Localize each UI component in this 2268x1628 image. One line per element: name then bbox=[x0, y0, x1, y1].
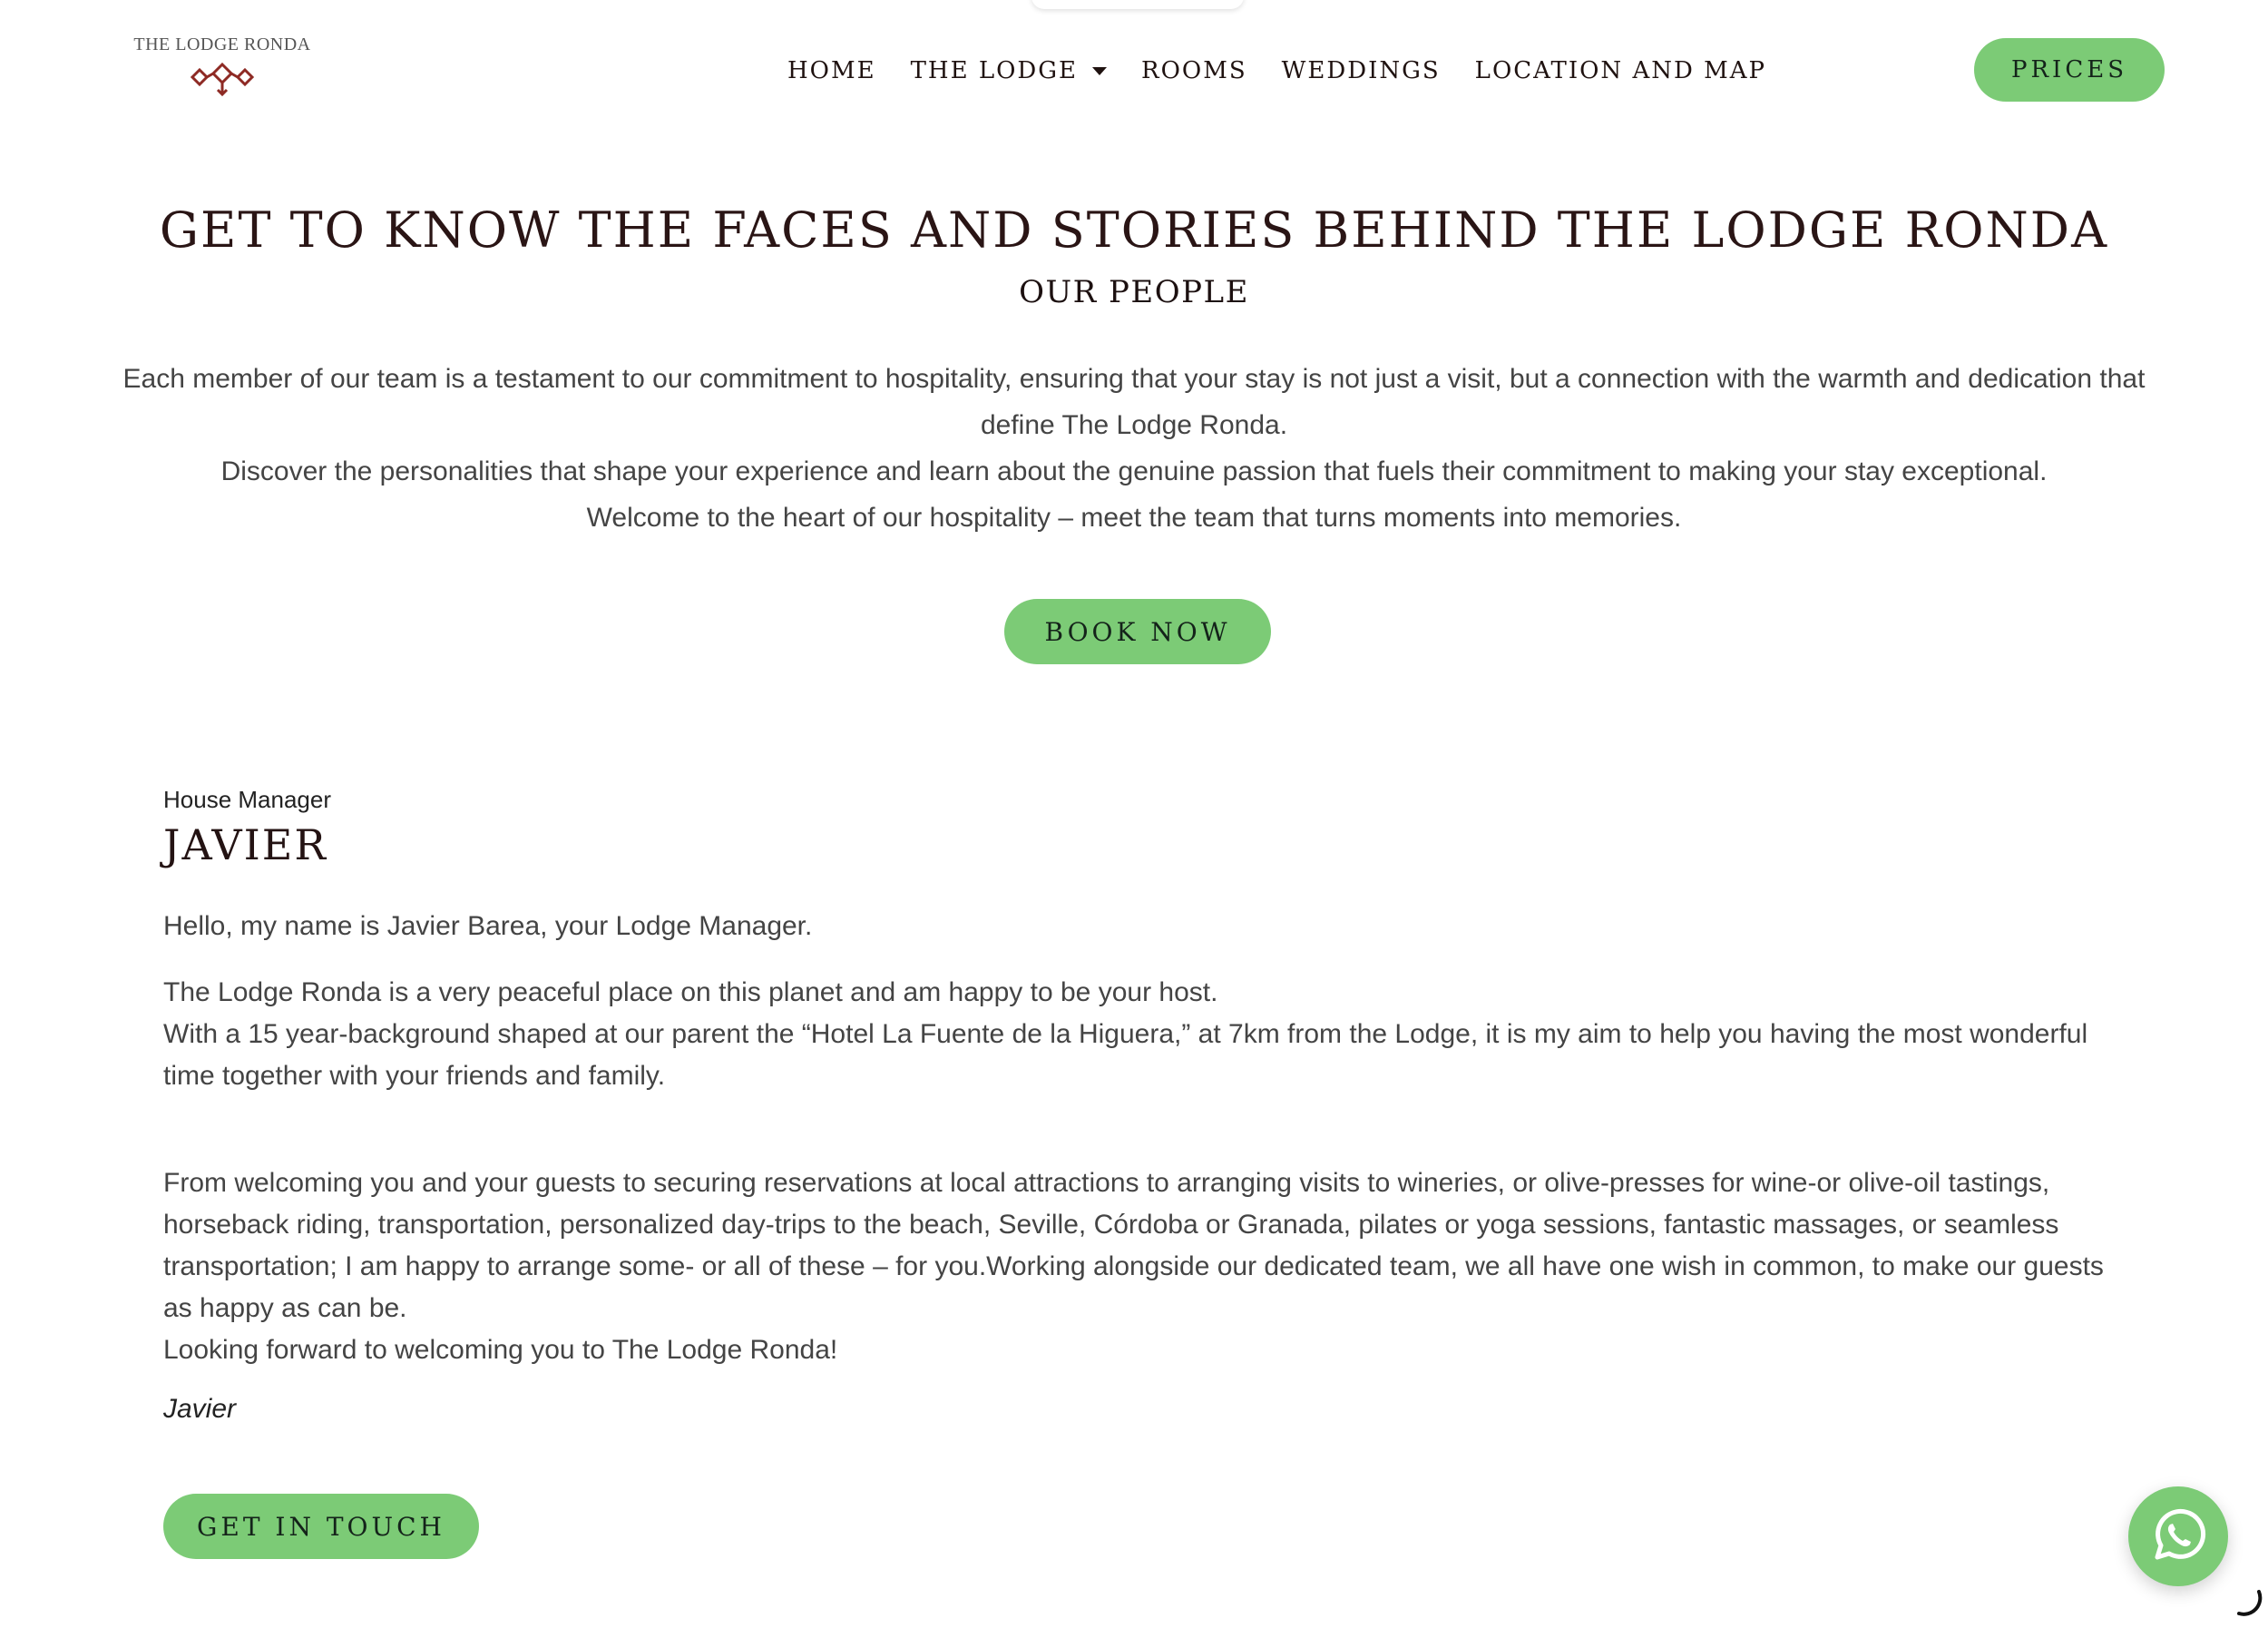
member-role: House Manager bbox=[163, 786, 331, 813]
prices-button[interactable]: PRICES bbox=[1974, 38, 2165, 102]
member-signature: Javier bbox=[163, 1394, 237, 1424]
spinner-icon bbox=[2237, 1590, 2263, 1616]
intro-paragraph-1: Each member of our team is a testament t… bbox=[122, 364, 2146, 440]
top-popup-tab[interactable] bbox=[1031, 0, 1244, 9]
chevron-down-icon[interactable] bbox=[1092, 66, 1108, 75]
nav-home[interactable]: HOME bbox=[787, 57, 876, 84]
page-subtitle: OUR PEOPLE bbox=[1019, 274, 1249, 310]
nav-rooms[interactable]: ROOMS bbox=[1141, 57, 1247, 84]
nav-location-and-map[interactable]: LOCATION AND MAP bbox=[1475, 57, 1766, 84]
intro-paragraph-3: Welcome to the heart of our hospitality … bbox=[586, 503, 1682, 533]
logo-text: THE LODGE RONDA bbox=[133, 34, 311, 54]
lodge-ornament-icon bbox=[190, 62, 255, 97]
bio-paragraph-3: From welcoming you and your guests to se… bbox=[163, 1162, 2132, 1371]
whatsapp-chat-button[interactable] bbox=[2128, 1486, 2228, 1586]
bio-line-3a: From welcoming you and your guests to se… bbox=[163, 1168, 2104, 1323]
page-title: GET TO KNOW THE FACES AND STORIES BEHIND… bbox=[159, 201, 2109, 259]
bio-line-2b: With a 15 year-background shaped at our … bbox=[163, 1019, 2088, 1091]
bio-line-2a: The Lodge Ronda is a very peaceful place… bbox=[163, 977, 1218, 1007]
intro-text: Each member of our team is a testament t… bbox=[118, 356, 2150, 541]
bio-paragraph-2: The Lodge Ronda is a very peaceful place… bbox=[163, 972, 2132, 1097]
site-logo[interactable]: THE LODGE RONDA bbox=[127, 34, 318, 107]
get-in-touch-button[interactable]: GET IN TOUCH bbox=[163, 1494, 479, 1559]
bio-paragraph-1: Hello, my name is Javier Barea, your Lod… bbox=[163, 911, 813, 941]
whatsapp-icon bbox=[2155, 1508, 2206, 1560]
member-name: JAVIER bbox=[163, 820, 327, 869]
nav-the-lodge-label: THE LODGE bbox=[910, 57, 1079, 84]
nav-weddings[interactable]: WEDDINGS bbox=[1282, 57, 1441, 84]
nav-the-lodge[interactable]: THE LODGE bbox=[910, 57, 1108, 84]
book-now-button[interactable]: BOOK NOW bbox=[1004, 599, 1271, 664]
main-nav: HOME THE LODGE ROOMS WEDDINGS LOCATION A… bbox=[787, 53, 1766, 89]
intro-paragraph-2: Discover the personalities that shape yo… bbox=[220, 456, 2048, 486]
bio-line-3b: Looking forward to welcoming you to The … bbox=[163, 1335, 838, 1365]
